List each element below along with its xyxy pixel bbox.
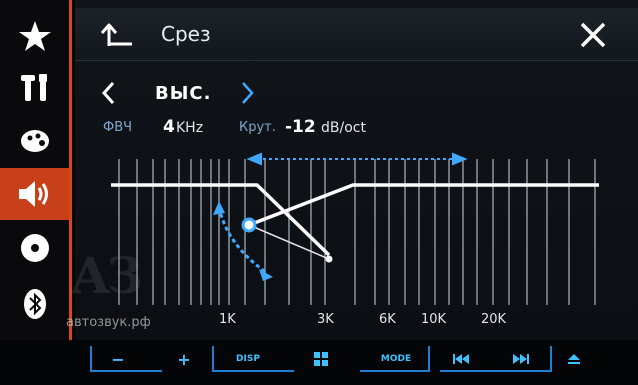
volume-down-button[interactable]: − <box>98 348 138 370</box>
slope-unit: dB/oct <box>321 120 366 136</box>
slope-arc-arrow-down <box>259 269 273 281</box>
hw-divider <box>440 346 552 372</box>
close-icon <box>580 22 606 48</box>
slope-arc-arrow-up <box>213 201 225 215</box>
cutoff-frequency-unit: KHz <box>176 120 204 136</box>
band-next-button[interactable] <box>237 80 257 106</box>
title-bar: Срез <box>75 8 638 61</box>
slope-handle <box>325 255 333 263</box>
frequency-axis: 1K 3K 6K 10K 20K <box>75 312 638 332</box>
disc-icon <box>20 234 49 262</box>
crossover-screen: Срез ВЫС. ФВЧ 4 KHz Крут. -12 dB/oct 1K … <box>75 0 638 340</box>
slope-value: -12 <box>285 117 316 137</box>
bluetooth-icon <box>23 289 46 319</box>
sidebar-item-theme[interactable] <box>0 114 69 166</box>
cutoff-frequency-value: 4 <box>163 117 175 137</box>
filter-type-label: ФВЧ <box>103 120 133 135</box>
frequency-range-arrow <box>246 152 468 166</box>
disp-button[interactable]: DISP <box>226 348 270 370</box>
tick-label: 20K <box>481 312 507 327</box>
crossover-graph[interactable] <box>107 145 607 310</box>
page-title: Срез <box>161 22 211 46</box>
graph-grid <box>118 159 596 305</box>
star-icon <box>18 21 51 51</box>
watermark-logo: АЗ <box>70 246 143 305</box>
sidebar-item-settings[interactable] <box>0 62 69 114</box>
head-unit-screen: Срез ВЫС. ФВЧ 4 KHz Крут. -12 dB/oct 1K … <box>0 0 638 385</box>
palette-icon <box>20 130 49 152</box>
sidebar <box>0 0 72 340</box>
sidebar-item-bluetooth[interactable] <box>0 278 69 330</box>
tick-label: 1K <box>219 312 236 327</box>
filter-info: ФВЧ 4 KHz Крут. -12 dB/oct <box>103 117 623 144</box>
grid-icon <box>314 352 328 366</box>
slope-adjust-arc <box>217 206 268 275</box>
close-button[interactable] <box>578 20 608 50</box>
speaker-icon <box>18 181 48 207</box>
band-prev-button[interactable] <box>99 80 119 106</box>
eject-icon <box>568 354 580 364</box>
volume-up-button[interactable]: + <box>164 348 204 370</box>
tick-label: 6K <box>379 312 396 327</box>
tick-label: 3K <box>317 312 334 327</box>
chevron-left-icon <box>101 81 115 105</box>
tools-icon <box>20 74 47 101</box>
tick-label: 10K <box>421 312 447 327</box>
menu-button[interactable] <box>306 348 336 370</box>
cutoff-handle <box>241 217 257 233</box>
eject-button[interactable] <box>562 348 586 370</box>
sidebar-item-source[interactable] <box>0 222 69 274</box>
back-arrow-icon <box>100 23 132 46</box>
sidebar-item-audio[interactable] <box>0 168 69 220</box>
band-selector: ВЫС. <box>75 72 638 112</box>
chevron-right-icon <box>242 82 254 104</box>
sidebar-item-favorites[interactable] <box>0 10 69 62</box>
watermark-text: автозвук.рф <box>66 315 151 330</box>
back-button[interactable] <box>99 20 135 50</box>
band-label: ВЫС. <box>155 83 212 104</box>
mode-button[interactable]: MODE <box>372 348 420 370</box>
slope-label: Крут. <box>239 120 276 135</box>
